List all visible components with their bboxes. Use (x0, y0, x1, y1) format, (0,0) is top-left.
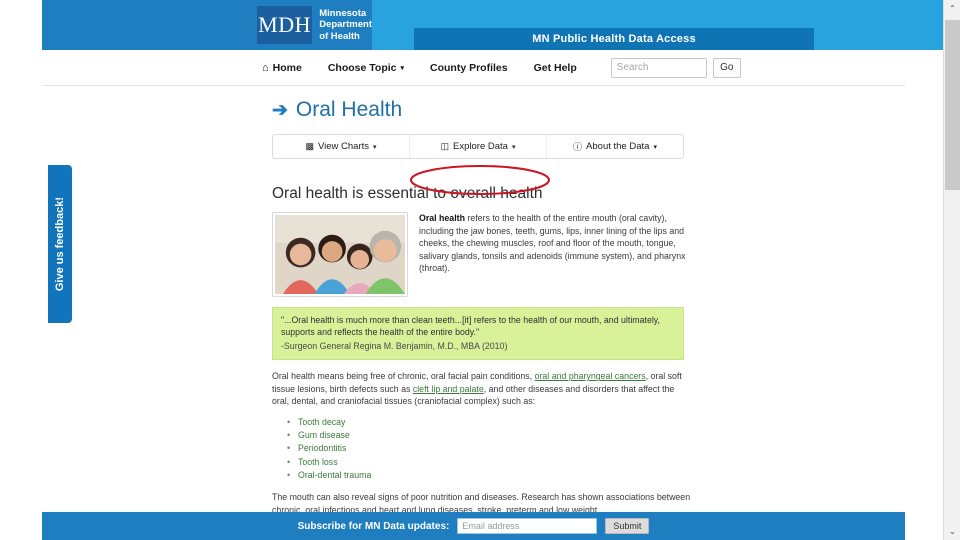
topic-tabbar: ▩ View Charts ▾ ◫ Explore Data ▾ ⓘ About… (272, 134, 684, 159)
subscribe-label: Subscribe for MN Data updates: (297, 520, 450, 532)
body-paragraph: Oral health means being free of chronic,… (272, 370, 688, 408)
scroll-down-arrow-icon[interactable]: ⌄ (944, 523, 960, 540)
tab-label-view-charts: View Charts (317, 141, 370, 152)
chevron-down-icon: ▾ (400, 64, 404, 72)
list-item[interactable]: Periodontitis (287, 442, 690, 455)
nav-item-county-profiles[interactable]: County Profiles (430, 62, 508, 74)
nav-label-home: Home (272, 61, 302, 74)
bar-chart-icon: ▩ (305, 141, 314, 151)
give-us-feedback-tab[interactable]: Give us feedback! (48, 165, 72, 323)
scroll-up-arrow-icon[interactable]: ⌃ (944, 0, 960, 17)
feedback-tab-label: Give us feedback! (54, 196, 66, 292)
chevron-down-icon: ▾ (653, 143, 657, 151)
intro-bold-lead: Oral health (419, 213, 465, 223)
surgeon-general-quote-box: "...Oral health is much more than clean … (272, 307, 684, 361)
search-go-button[interactable]: Go (712, 57, 741, 78)
link-oral-and-pharyngeal-cancers[interactable]: oral and pharyngeal cancers (535, 371, 646, 381)
link-cleft-lip-and-palate[interactable]: cleft lip and palate (413, 384, 484, 394)
nav-item-home[interactable]: ⌂ Home (262, 62, 302, 74)
tab-about-the-data[interactable]: ⓘ About the Data ▾ (547, 135, 683, 158)
home-icon: ⌂ (262, 61, 269, 74)
family-photo-graphic (275, 215, 405, 294)
list-item[interactable]: Oral-dental trauma (287, 469, 690, 482)
mdh-logo-text: Minnesota Department of Health (319, 8, 372, 43)
list-item[interactable]: Gum disease (287, 429, 690, 442)
intro-paragraph: Oral health refers to the health of the … (419, 212, 690, 297)
scrollbar-thumb[interactable] (945, 20, 960, 190)
logo-line-1: Minnesota (319, 7, 367, 19)
subscribe-footer: Subscribe for MN Data updates: Submit (42, 512, 905, 540)
logo-line-3: of Health (319, 30, 360, 42)
nav-item-get-help[interactable]: Get Help (534, 62, 577, 74)
list-item[interactable]: Tooth decay (287, 416, 690, 429)
section-heading: Oral health is essential to overall heal… (272, 185, 543, 202)
nav-label-choose-topic: Choose Topic (327, 61, 397, 74)
submit-button[interactable]: Submit (605, 518, 650, 534)
search-input[interactable] (610, 57, 707, 78)
conditions-list: Tooth decay Gum disease Periodontitis To… (272, 416, 690, 482)
chevron-down-icon: ▾ (373, 143, 377, 151)
browser-page: MDH Minnesota Department of Health MN Pu… (0, 0, 960, 540)
logo-line-2: Department (319, 19, 372, 31)
chevron-down-icon: ▾ (511, 143, 516, 151)
quote-text: "...Oral health is much more than clean … (281, 315, 660, 338)
site-header: MDH Minnesota Department of Health MN Pu… (42, 0, 947, 50)
tab-label-explore-data: Explore Data (453, 141, 508, 152)
body-text-part-1: Oral health means being free of chronic,… (272, 371, 535, 382)
tab-explore-data[interactable]: ◫ Explore Data ▾ (410, 135, 547, 158)
page-title: ➔ Oral Health (272, 98, 690, 122)
family-photo (272, 212, 408, 297)
page-left-margin (0, 0, 42, 540)
arrow-right-icon: ➔ (272, 99, 288, 121)
vertical-scrollbar[interactable]: ⌃ ⌄ (943, 0, 960, 540)
nav-label-get-help: Get Help (533, 61, 577, 74)
list-item[interactable]: Tooth loss (287, 456, 690, 469)
tab-view-charts[interactable]: ▩ View Charts ▾ (273, 135, 410, 158)
mdh-logo-mark: MDH (257, 6, 313, 44)
intro-media-block: Oral health refers to the health of the … (272, 212, 690, 297)
nav-label-county-profiles: County Profiles (430, 61, 508, 74)
site-banner-title: MN Public Health Data Access (414, 28, 814, 50)
page-content: ➔ Oral Health ▩ View Charts ▾ ◫ Explore … (272, 98, 690, 516)
main-navigation: ⌂ Home Choose Topic ▾ County Profiles Ge… (42, 50, 905, 86)
banner-title-text: MN Public Health Data Access (532, 33, 696, 45)
email-field[interactable] (457, 518, 598, 534)
tab-label-about-the-data: About the Data (586, 141, 650, 152)
page-title-text: Oral Health (295, 98, 403, 121)
search-area: Go (610, 57, 741, 78)
database-icon: ◫ (440, 141, 450, 151)
site-logo[interactable]: MDH Minnesota Department of Health (84, 0, 372, 50)
quote-attribution: -Surgeon General Regina M. Benjamin, M.D… (281, 340, 508, 351)
nav-item-choose-topic[interactable]: Choose Topic ▾ (328, 62, 404, 74)
info-icon: ⓘ (573, 142, 583, 152)
